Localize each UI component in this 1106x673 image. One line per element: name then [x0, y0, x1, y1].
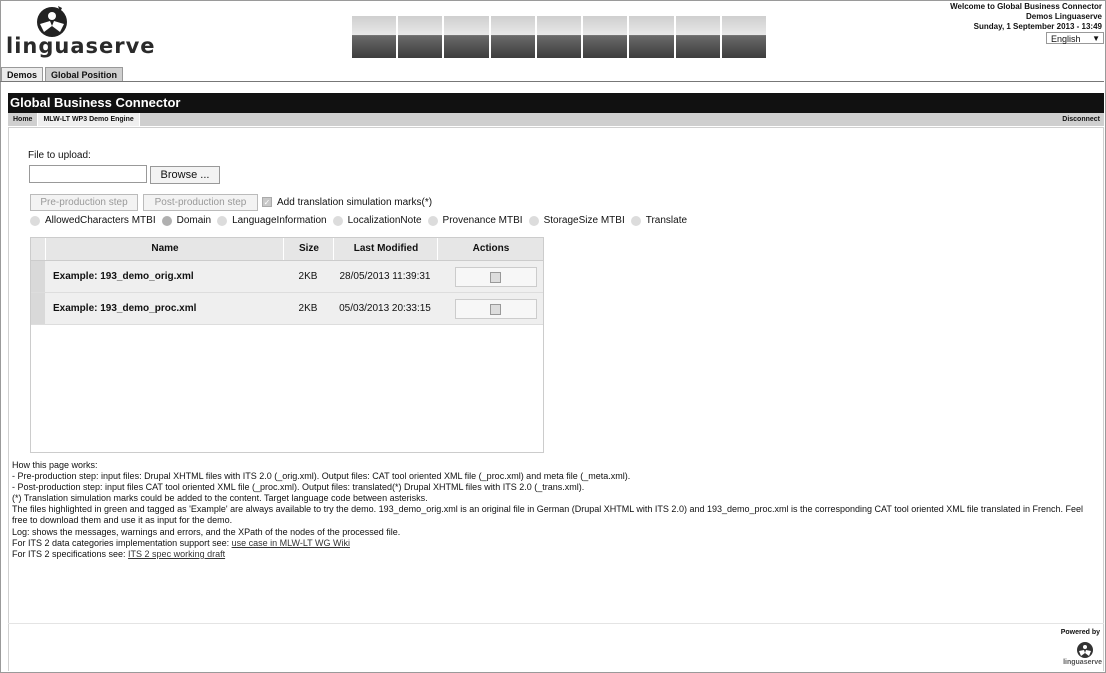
help-line: - Post-production step: input files CAT …	[12, 482, 585, 493]
radio-domain[interactable]: Domain	[161, 215, 212, 226]
radio-provenance[interactable]: Provenance MTBI	[427, 215, 523, 226]
table-header: Name Size Last Modified Actions	[31, 238, 543, 261]
linguaserve-logo[interactable]: linguaserve	[4, 4, 156, 64]
current-datetime: Sunday, 1 September 2013 - 13:49	[973, 22, 1102, 31]
radio-icon	[332, 215, 343, 226]
file-table: Name Size Last Modified Actions Example:…	[30, 237, 544, 453]
welcome-text: Welcome to Global Business Connector	[950, 2, 1102, 11]
browse-button[interactable]: Browse ...	[150, 166, 220, 184]
radio-allowed-characters[interactable]: AllowedCharacters MTBI	[30, 215, 156, 226]
divider	[0, 81, 1104, 82]
radio-icon	[30, 215, 40, 226]
column-size[interactable]: Size	[283, 238, 334, 260]
radio-label: Translate	[645, 215, 688, 226]
column-name[interactable]: Name	[45, 238, 284, 260]
file-modified: 05/03/2013 20:33:15	[339, 303, 431, 314]
file-name: Example: 193_demo_proc.xml	[53, 303, 197, 314]
post-production-button[interactable]: Post-production step	[143, 194, 258, 211]
disconnect-link[interactable]: Disconnect	[1058, 113, 1104, 126]
file-modified: 28/05/2013 11:39:31	[339, 271, 431, 282]
file-upload-label: File to upload:	[28, 150, 91, 161]
radio-localization-note[interactable]: LocalizationNote	[332, 215, 422, 226]
banner-photo	[583, 16, 628, 58]
file-size: 2KB	[298, 271, 318, 282]
language-value: English	[1051, 34, 1081, 44]
file-path-input[interactable]	[29, 165, 147, 183]
divider	[8, 623, 1104, 624]
radio-translate[interactable]: Translate	[630, 215, 688, 226]
tab-demos[interactable]: Demos	[1, 67, 44, 81]
header-banner-images	[352, 16, 766, 58]
help-line: The files highlighted in green and tagge…	[12, 504, 1083, 526]
help-line: How this page works:	[12, 460, 98, 470]
radio-label: Provenance MTBI	[442, 215, 523, 226]
banner-photo	[675, 16, 720, 58]
help-text: How this page works: - Pre-production st…	[12, 460, 1092, 560]
help-line: For ITS 2 data categories implementation…	[12, 538, 1092, 549]
help-line: (*) Translation simulation marks could b…	[12, 493, 428, 504]
file-size: 2KB	[298, 303, 318, 314]
radio-label: AllowedCharacters MTBI	[45, 215, 156, 226]
language-select[interactable]: English ▼	[1046, 32, 1104, 44]
app-title: Global Business Connector	[8, 93, 1104, 113]
logo-text: linguaserve	[6, 34, 156, 58]
banner-photo	[444, 16, 489, 58]
download-button[interactable]	[455, 267, 537, 287]
file-name: Example: 193_demo_orig.xml	[53, 271, 194, 282]
row-handle	[31, 293, 45, 324]
column-actions[interactable]: Actions	[437, 238, 544, 260]
simulation-marks-checkbox[interactable]: ✓	[262, 197, 272, 207]
table-row[interactable]: Example: 193_demo_proc.xml 2KB 05/03/201…	[31, 293, 543, 325]
table-row[interactable]: Example: 193_demo_orig.xml 2KB 28/05/201…	[31, 261, 543, 293]
radio-label: Domain	[176, 215, 212, 226]
simulation-marks-label: Add translation simulation marks(*)	[277, 197, 433, 208]
user-info: Welcome to Global Business Connector Dem…	[950, 2, 1102, 32]
chevron-down-icon: ▼	[1092, 34, 1100, 43]
help-prefix: For ITS 2 data categories implementation…	[12, 537, 232, 548]
help-line: Log: shows the messages, warnings and er…	[12, 526, 401, 537]
nav-home[interactable]: Home	[8, 113, 39, 126]
top-tabs: Demos Global Position	[1, 67, 125, 81]
radio-label: LocalizationNote	[347, 215, 422, 226]
radio-icon	[217, 215, 228, 226]
banner-photo	[352, 16, 397, 58]
its-spec-link[interactable]: ITS 2 spec working draft	[128, 549, 225, 559]
footer-brand: linguaserve	[1063, 659, 1102, 666]
footer-logo-icon	[1077, 642, 1093, 658]
data-category-radios: AllowedCharacters MTBI Domain LanguageIn…	[30, 215, 693, 226]
banner-photo	[629, 16, 674, 58]
row-handle	[31, 261, 45, 292]
save-icon	[490, 272, 501, 283]
banner-photo	[721, 16, 766, 58]
help-line: - Pre-production step: input files: Drup…	[12, 471, 631, 482]
user-name: Demos Linguaserve	[1025, 12, 1102, 21]
radio-label: LanguageInformation	[232, 215, 327, 226]
banner-photo	[536, 16, 582, 58]
nav-demo-engine[interactable]: MLW-LT WP3 Demo Engine	[38, 113, 140, 126]
radio-icon	[630, 215, 641, 226]
app-nav: Home MLW-LT WP3 Demo Engine Disconnect	[8, 113, 1104, 126]
radio-icon	[161, 215, 172, 226]
save-icon	[490, 304, 501, 315]
tab-global-position[interactable]: Global Position	[45, 67, 124, 81]
logo-globe-icon	[37, 6, 67, 37]
radio-label: StorageSize MTBI	[543, 215, 625, 226]
banner-photo	[490, 16, 535, 58]
powered-by: Powered by	[1060, 629, 1100, 636]
help-line: For ITS 2 specifications see: ITS 2 spec…	[12, 549, 1092, 560]
pre-production-button[interactable]: Pre-production step	[30, 194, 138, 211]
radio-icon	[528, 215, 539, 226]
column-last-modified[interactable]: Last Modified	[333, 238, 438, 260]
radio-language-information[interactable]: LanguageInformation	[217, 215, 327, 226]
banner-photo	[398, 16, 443, 58]
radio-storage-size[interactable]: StorageSize MTBI	[528, 215, 625, 226]
radio-icon	[427, 215, 438, 226]
help-prefix: For ITS 2 specifications see:	[12, 548, 129, 559]
its-usecase-link[interactable]: use case in MLW-LT WG Wiki	[232, 538, 350, 548]
download-button[interactable]	[455, 299, 537, 319]
